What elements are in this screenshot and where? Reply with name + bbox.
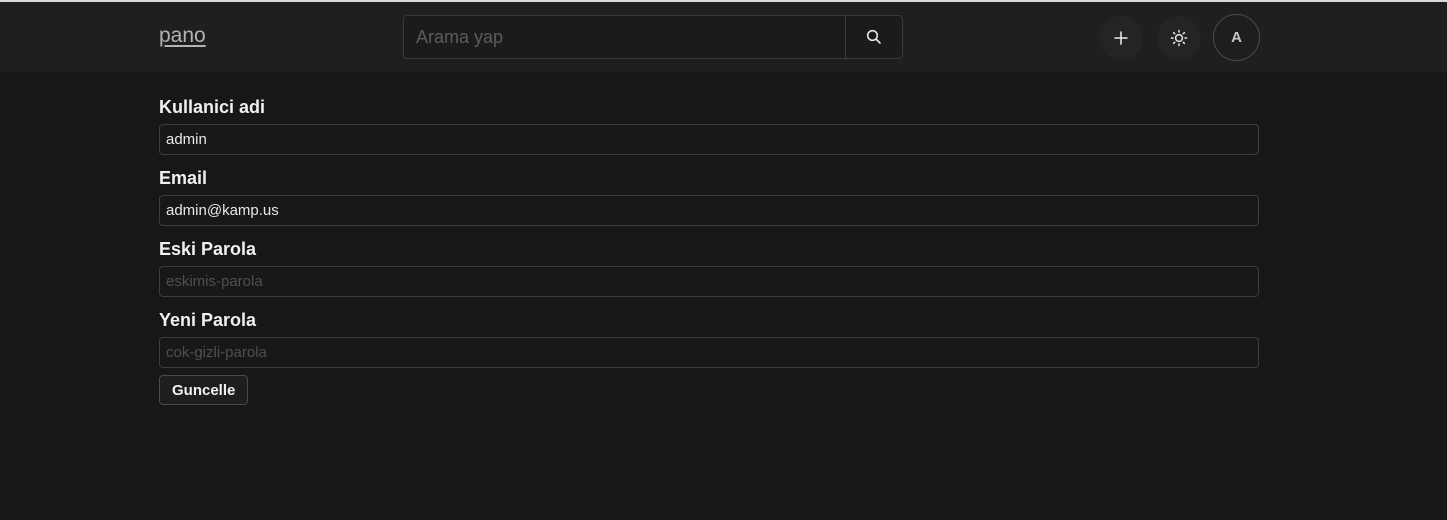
- new-password-field[interactable]: [159, 337, 1259, 368]
- new-password-label: Yeni Parola: [159, 310, 257, 330]
- plus-icon: [1114, 31, 1128, 45]
- profile-form: Kullanici adi Email Eski Parola Yeni Par…: [159, 96, 1259, 405]
- add-button[interactable]: [1099, 16, 1143, 60]
- theme-toggle-button[interactable]: [1157, 16, 1201, 60]
- search-input[interactable]: [404, 16, 845, 58]
- search-button[interactable]: [845, 16, 902, 58]
- top-navbar: pano Arama yap A: [0, 2, 1447, 72]
- search-icon: [866, 29, 881, 44]
- email-label: Email: [159, 168, 208, 188]
- old-password-label: Eski Parola: [159, 239, 257, 259]
- username-field[interactable]: [159, 124, 1259, 155]
- old-password-field[interactable]: [159, 266, 1259, 297]
- email-field[interactable]: [159, 195, 1259, 226]
- update-button[interactable]: Guncelle: [159, 375, 249, 405]
- avatar[interactable]: A: [1213, 14, 1260, 61]
- search-bar: [403, 15, 903, 59]
- sun-icon: [1170, 29, 1188, 47]
- logo-link[interactable]: pano: [159, 24, 206, 48]
- username-label: Kullanici adi: [159, 97, 266, 117]
